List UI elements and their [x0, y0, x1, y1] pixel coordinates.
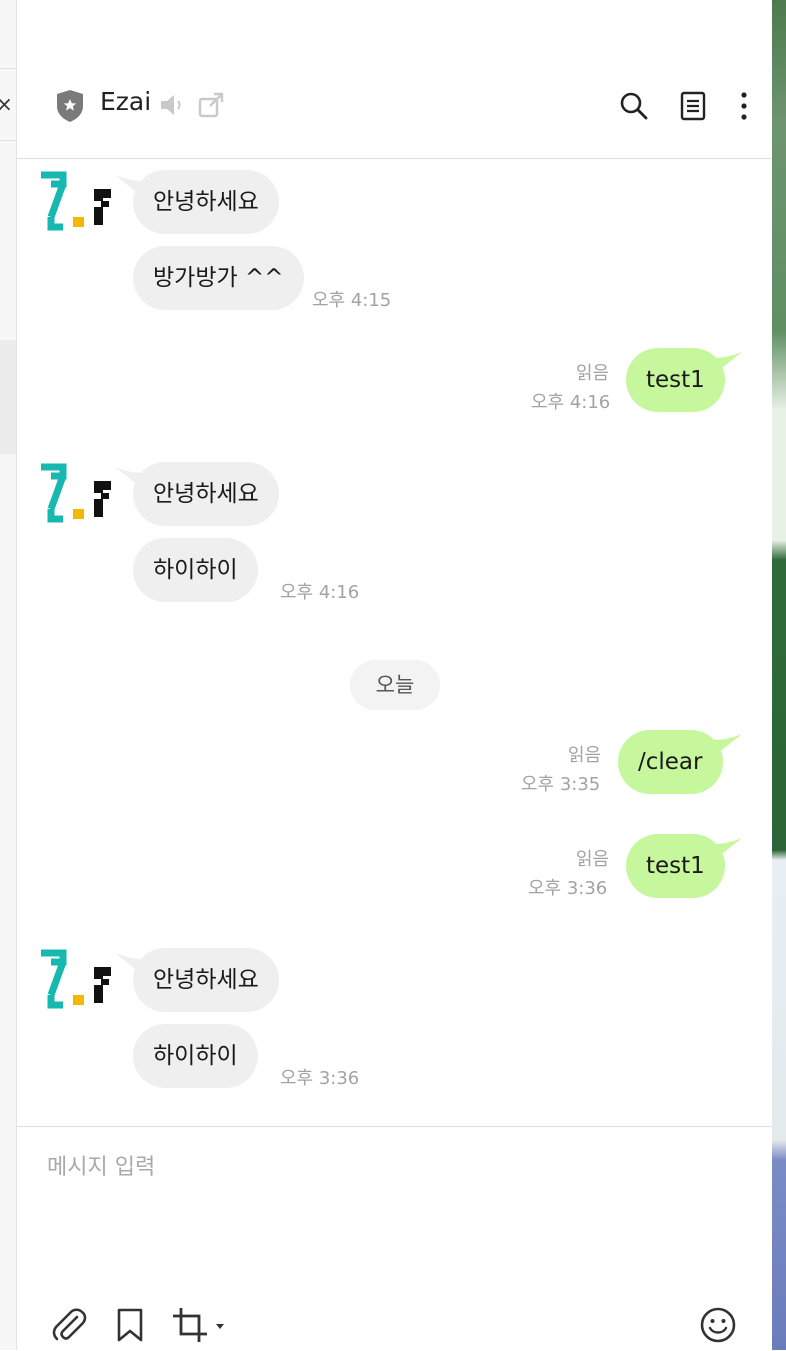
- outgoing-message[interactable]: /clear: [618, 730, 723, 794]
- incoming-message[interactable]: 안녕하세요: [133, 170, 279, 234]
- incoming-message[interactable]: 안녕하세요: [133, 462, 279, 526]
- dropdown-arrow-icon[interactable]: [213, 1319, 227, 1333]
- incoming-message[interactable]: 안녕하세요: [133, 948, 279, 1012]
- close-icon[interactable]: ×: [0, 92, 13, 116]
- date-divider: 오늘: [350, 660, 440, 710]
- message-time: 오후 3:36: [528, 878, 608, 899]
- crop-icon[interactable]: [171, 1306, 209, 1344]
- chat-title: Ezai: [100, 87, 152, 116]
- background-window-sliver: ×: [0, 0, 17, 1350]
- outgoing-message[interactable]: test1: [626, 348, 725, 412]
- read-status: 읽음: [568, 745, 602, 766]
- read-status: 읽음: [576, 849, 610, 870]
- message-time: 오후 4:15: [312, 290, 392, 311]
- bubble-tail: [714, 352, 742, 374]
- bubble-tail: [714, 838, 742, 860]
- emoji-icon[interactable]: [699, 1306, 737, 1344]
- bubble-tail: [714, 734, 742, 756]
- message-composer: [17, 1126, 772, 1351]
- message-time: 오후 4:16: [531, 392, 611, 413]
- avatar[interactable]: [37, 463, 115, 525]
- search-icon[interactable]: [619, 91, 649, 121]
- message-list[interactable]: 안녕하세요 방가방가 ^^ 오후 4:15 읽음 오후 4:16 test1 안…: [17, 159, 772, 1126]
- message-time: 오후 3:36: [280, 1068, 360, 1089]
- avatar[interactable]: [37, 171, 115, 233]
- avatar[interactable]: [37, 949, 115, 1011]
- desktop-background: [772, 0, 786, 1350]
- chat-header: Ezai: [17, 0, 772, 159]
- outgoing-message[interactable]: test1: [626, 834, 725, 898]
- more-icon[interactable]: [735, 91, 753, 121]
- incoming-message[interactable]: 방가방가 ^^: [133, 246, 304, 310]
- message-time: 오후 4:16: [280, 582, 360, 603]
- bookmark-icon[interactable]: [115, 1307, 145, 1343]
- speaker-icon[interactable]: [158, 91, 186, 119]
- attach-icon[interactable]: [51, 1307, 87, 1343]
- chat-window: Ezai 안녕하세요 방가방가 ^^ 오후 4:15 읽음 오후 4:16 te…: [17, 0, 772, 1351]
- message-time: 오후 3:35: [521, 774, 601, 795]
- popout-icon[interactable]: [197, 91, 225, 119]
- incoming-message[interactable]: 하이하이: [133, 1024, 258, 1088]
- message-input[interactable]: [45, 1147, 749, 1291]
- incoming-message[interactable]: 하이하이: [133, 538, 258, 602]
- shield-icon: [57, 90, 83, 122]
- read-status: 읽음: [576, 363, 610, 384]
- note-icon[interactable]: [679, 91, 707, 121]
